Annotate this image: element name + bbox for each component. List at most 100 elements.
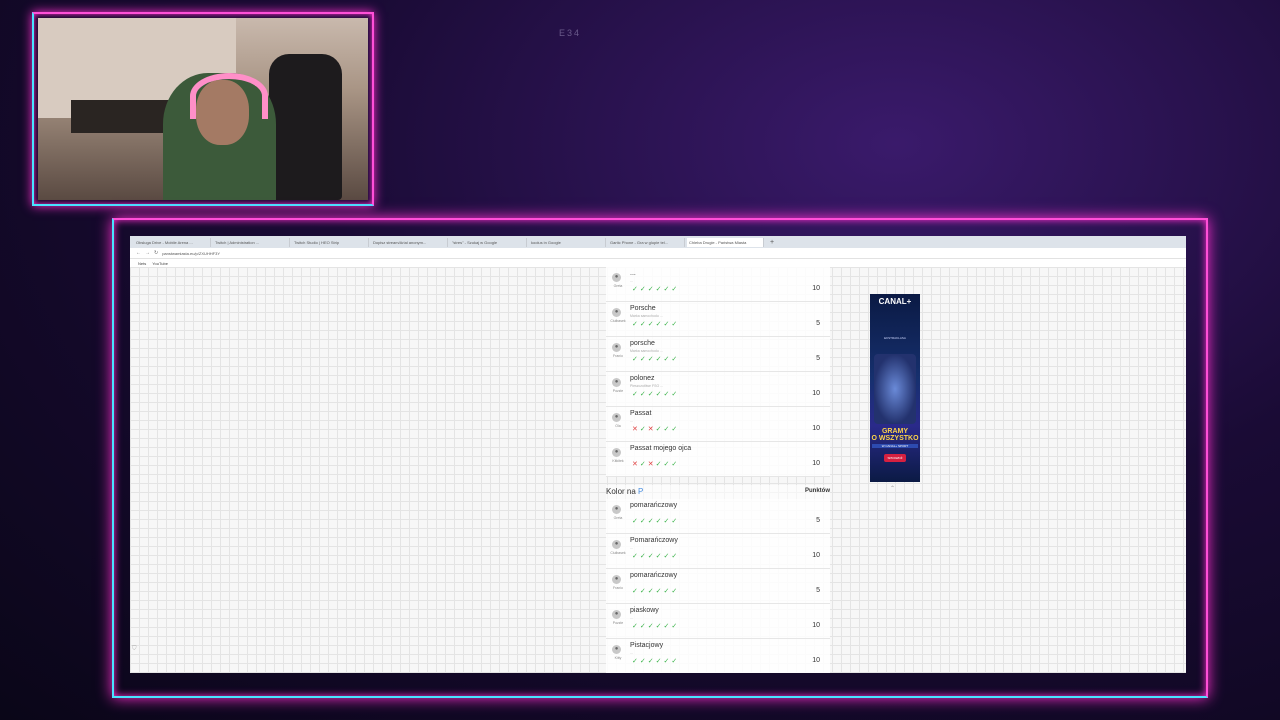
webcam-frame bbox=[32, 12, 374, 206]
check-icon[interactable]: ✓ bbox=[640, 658, 648, 665]
check-icon[interactable]: ✓ bbox=[648, 588, 656, 595]
check-icon[interactable]: ✓ bbox=[656, 356, 664, 363]
back-icon[interactable]: ← bbox=[136, 250, 141, 256]
category-letter: P bbox=[638, 487, 644, 496]
ad-banner[interactable]: CANAL+ EKSTRAKLASA GRAMY O WSZYSTKO W CAN… bbox=[870, 294, 920, 482]
check-icon[interactable]: ✓ bbox=[640, 391, 648, 398]
bookmark-nets[interactable]: Nets bbox=[138, 261, 146, 266]
check-icon[interactable]: ✓ bbox=[632, 518, 640, 525]
check-icon[interactable]: ✓ bbox=[671, 286, 679, 293]
check-icon[interactable]: ✓ bbox=[648, 658, 656, 665]
player-name: Pozzle bbox=[612, 621, 624, 625]
results-panel: ● Greta...... ✓✓✓✓✓✓ 10 ● Ciulbasek Porsche Mar… bbox=[606, 267, 830, 673]
check-icon[interactable]: ✓ bbox=[671, 461, 679, 468]
check-icon[interactable]: ✓ bbox=[656, 658, 664, 665]
cross-icon[interactable]: ✕ bbox=[648, 426, 656, 433]
answer-word: piaskowy bbox=[630, 607, 659, 614]
check-icon[interactable]: ✓ bbox=[656, 553, 664, 560]
browser-tab[interactable]: Dopisz stream/Arial anonym... bbox=[371, 237, 448, 247]
browser-tab[interactable]: koolus in Google bbox=[529, 237, 606, 247]
browser-window: Obsluga Drive - Mobile Arena ... Twitch |… bbox=[130, 236, 1186, 673]
ad-sub-slogan: W CANAL+ SPORT bbox=[872, 444, 918, 448]
avatar-icon: ● bbox=[612, 273, 621, 282]
check-icon[interactable]: ✓ bbox=[656, 321, 664, 328]
webcam-feed bbox=[38, 18, 368, 200]
category-title: Kolor na P bbox=[606, 487, 644, 496]
browser-tab[interactable]: Twitch Studio | HEO Strip bbox=[292, 237, 369, 247]
check-icon[interactable]: ✓ bbox=[640, 518, 648, 525]
check-icon[interactable]: ✓ bbox=[632, 356, 640, 363]
check-icon[interactable]: ✓ bbox=[640, 623, 648, 630]
check-icon[interactable]: ✓ bbox=[671, 426, 679, 433]
result-row: ● Franio porsche Marka samochodu ... ✓✓✓✓✓✓ 5 bbox=[606, 337, 830, 372]
check-icon[interactable]: ✓ bbox=[632, 658, 640, 665]
cross-icon[interactable]: ✕ bbox=[648, 461, 656, 468]
bookmark-youtube[interactable]: YouTube bbox=[152, 261, 168, 266]
check-icon[interactable]: ✓ bbox=[648, 623, 656, 630]
browser-tab[interactable]: Twitch | Administration ... bbox=[213, 237, 290, 247]
check-icon[interactable]: ✓ bbox=[656, 391, 664, 398]
check-icon[interactable]: ✓ bbox=[640, 426, 648, 433]
answer-score: 10 bbox=[812, 425, 820, 432]
browser-tab[interactable]: "stres" - Szukaj w Google bbox=[450, 237, 527, 247]
browser-tab[interactable]: Gartic Phone - Gra w glupie tel... bbox=[608, 237, 685, 247]
overlay-badge: E34 bbox=[559, 28, 582, 38]
browser-tab[interactable]: Obsluga Drive - Mobile Arena ... bbox=[134, 237, 211, 247]
check-icon[interactable]: ✓ bbox=[671, 391, 679, 398]
check-icon[interactable]: ✓ bbox=[656, 623, 664, 630]
answer-word: Passat bbox=[630, 410, 652, 417]
check-icon[interactable]: ✓ bbox=[656, 588, 664, 595]
check-icon[interactable]: ✓ bbox=[656, 286, 664, 293]
check-icon[interactable]: ✓ bbox=[671, 658, 679, 665]
check-icon[interactable]: ✓ bbox=[640, 286, 648, 293]
check-icon[interactable]: ✓ bbox=[632, 391, 640, 398]
answer-score: 5 bbox=[816, 587, 820, 594]
player-name: Franio bbox=[613, 354, 623, 358]
browser-tab[interactable]: Chleba Drugie - Państwa Miasta bbox=[687, 237, 764, 247]
cross-icon[interactable]: ✕ bbox=[632, 426, 640, 433]
new-tab-icon[interactable]: + bbox=[766, 239, 778, 246]
check-icon[interactable]: ✓ bbox=[656, 426, 664, 433]
forward-icon[interactable]: → bbox=[145, 250, 150, 256]
check-icon[interactable]: ✓ bbox=[632, 623, 640, 630]
player-name: Ola bbox=[615, 424, 621, 428]
cross-icon[interactable]: ✕ bbox=[632, 461, 640, 468]
check-icon[interactable]: ✓ bbox=[648, 518, 656, 525]
answer-word: pomarańczowy bbox=[630, 502, 678, 509]
check-icon[interactable]: ✓ bbox=[671, 356, 679, 363]
answer-note: ... bbox=[630, 616, 633, 620]
check-icon[interactable]: ✓ bbox=[640, 553, 648, 560]
check-icon[interactable]: ✓ bbox=[671, 518, 679, 525]
check-icon[interactable]: ✓ bbox=[671, 321, 679, 328]
vote-icons: ✓✓✓✓✓✓ bbox=[632, 657, 679, 665]
check-icon[interactable]: ✓ bbox=[671, 553, 679, 560]
check-icon[interactable]: ✓ bbox=[632, 588, 640, 595]
result-row: ● Kitty Pistacjowy... ✓✓✓✓✓✓ 10 bbox=[606, 639, 830, 673]
check-icon[interactable]: ✓ bbox=[632, 286, 640, 293]
chevron-up-icon[interactable]: ⌃ bbox=[890, 485, 895, 492]
check-icon[interactable]: ✓ bbox=[648, 391, 656, 398]
check-icon[interactable]: ✓ bbox=[648, 356, 656, 363]
check-icon[interactable]: ✓ bbox=[640, 321, 648, 328]
answer-score: 10 bbox=[812, 552, 820, 559]
check-icon[interactable]: ✓ bbox=[648, 321, 656, 328]
check-icon[interactable]: ✓ bbox=[648, 553, 656, 560]
check-icon[interactable]: ✓ bbox=[671, 588, 679, 595]
check-icon[interactable]: ✓ bbox=[632, 553, 640, 560]
check-icon[interactable]: ✓ bbox=[648, 286, 656, 293]
avatar-icon: ● bbox=[612, 378, 621, 387]
answer-score: 10 bbox=[812, 460, 820, 467]
check-icon[interactable]: ✓ bbox=[656, 518, 664, 525]
check-icon[interactable]: ✓ bbox=[640, 588, 648, 595]
check-icon[interactable]: ✓ bbox=[640, 356, 648, 363]
address-bar: ← → ↻ panstwamiasta.eu/p/ZXUHHF3Y bbox=[130, 248, 1186, 259]
reload-icon[interactable]: ↻ bbox=[154, 250, 158, 256]
check-icon[interactable]: ✓ bbox=[640, 461, 648, 468]
url-input[interactable]: panstwamiasta.eu/p/ZXUHHF3Y bbox=[162, 251, 220, 256]
check-icon[interactable]: ✓ bbox=[632, 321, 640, 328]
check-icon[interactable]: ✓ bbox=[656, 461, 664, 468]
ad-button[interactable]: SPRAWDŹ bbox=[884, 454, 906, 462]
check-icon[interactable]: ✓ bbox=[671, 623, 679, 630]
answer-score: 5 bbox=[816, 517, 820, 524]
player-name: Greta bbox=[613, 284, 623, 288]
